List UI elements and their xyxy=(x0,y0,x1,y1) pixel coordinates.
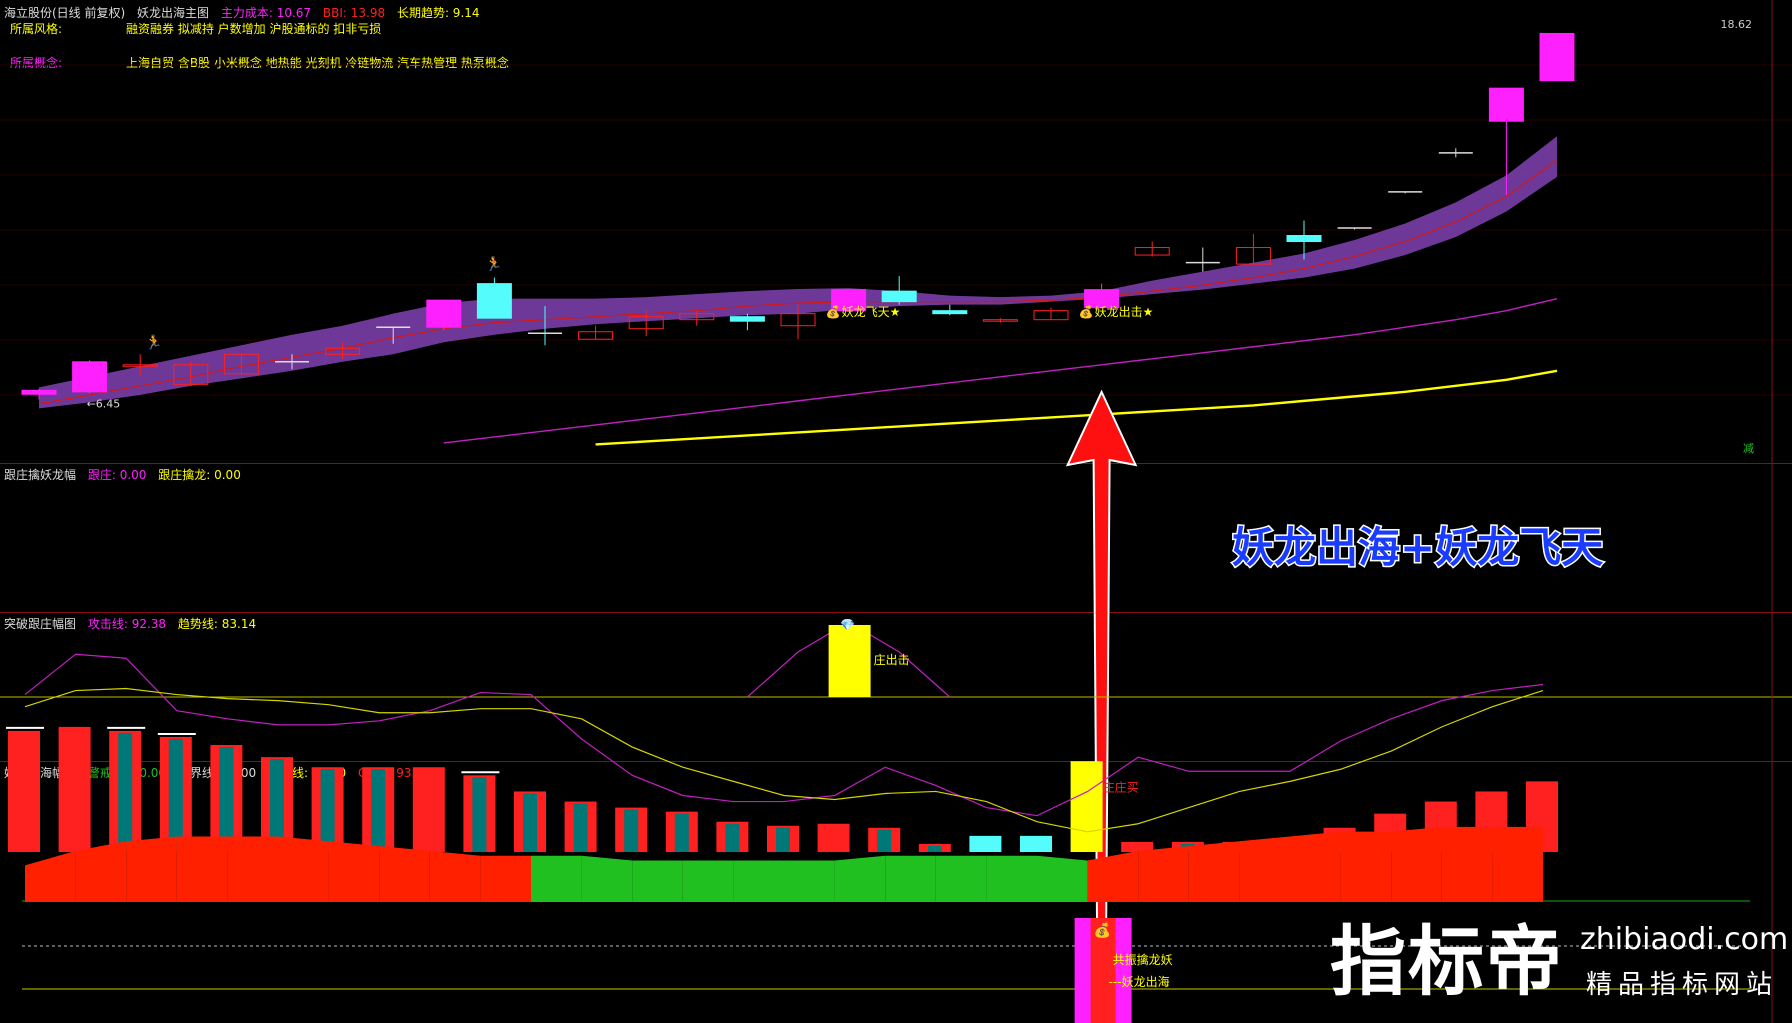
gfb-area xyxy=(1188,841,1240,902)
gfb-area xyxy=(328,841,380,902)
panel3-bar-inner xyxy=(725,823,740,852)
panel3-bar-inner xyxy=(776,827,790,852)
panel3-bar-inner xyxy=(674,813,689,852)
panel3-bar-inner xyxy=(118,732,133,852)
candle-body xyxy=(426,299,462,328)
money-bag-icon: 💰 xyxy=(1079,305,1094,319)
money-bag-icon: 💰 xyxy=(1094,922,1111,939)
candle-body xyxy=(881,290,917,303)
gfb-area xyxy=(1290,831,1341,902)
logo-sub: 精品指标网站 xyxy=(1586,970,1779,1000)
panel3-bar-inner xyxy=(168,738,183,852)
panel3-bar-inner xyxy=(624,809,639,852)
candle-body xyxy=(72,361,108,393)
panel4-label-2: ---妖龙出海 xyxy=(1109,974,1170,989)
annotation-text: 妖龙出海+妖龙飞天 xyxy=(1232,523,1603,572)
panel3-bar-inner xyxy=(371,769,386,852)
runner-icon: 🏃 xyxy=(145,334,162,351)
gfb-area xyxy=(75,841,127,902)
panel3-label: 庄庄买 xyxy=(1103,779,1139,794)
gfb-area xyxy=(379,846,430,902)
gfb-area xyxy=(531,855,582,902)
candle-body xyxy=(1286,235,1322,243)
gfb-area xyxy=(227,836,278,902)
panel3-bar-inner xyxy=(877,829,892,852)
trend-band xyxy=(39,136,1557,409)
gfb-area xyxy=(278,836,329,902)
gfb-area xyxy=(1138,846,1189,902)
logo-main: 指标帝 xyxy=(1330,917,1564,1006)
panel3-bar-inner xyxy=(472,777,487,852)
gfb-area xyxy=(1441,826,1493,902)
panel2-label: 庄出击 xyxy=(874,652,910,667)
panel3-bar-inner xyxy=(320,769,335,852)
panel3-bar xyxy=(1070,761,1103,852)
diamond-icon: 💎 xyxy=(840,618,855,632)
panel2-bar xyxy=(828,625,871,697)
candle-body xyxy=(21,389,57,395)
low-price-label: ←6.45 xyxy=(87,397,121,410)
gfb-area xyxy=(784,860,835,902)
gfb-area xyxy=(176,836,228,902)
logo-domain: zhibiaodi.com xyxy=(1580,922,1789,957)
chart-canvas: ←6.45🏃🏃💰 妖龙飞天★ 💰 妖龙出击★妖龙出海+妖龙飞天💎庄出击庄庄买💰共振擒龙… xyxy=(0,0,1792,1023)
candle-body xyxy=(932,310,968,315)
site-logo: 指标帝 zhibiaodi.com 精品指标网站 xyxy=(1330,900,1790,1020)
panel3-bar-inner xyxy=(219,747,234,852)
panel3-bar xyxy=(412,767,445,852)
panel3-bar xyxy=(8,730,40,852)
attack-line xyxy=(24,653,1544,817)
gfb-area xyxy=(1340,831,1392,902)
gfb-area xyxy=(885,855,936,902)
panel3-bar-inner xyxy=(927,845,942,852)
panel3-bar-inner xyxy=(573,803,588,852)
candle-body xyxy=(729,316,765,322)
gfb-area xyxy=(834,855,886,902)
gfb-area xyxy=(1087,850,1139,902)
signal-label-1: 妖龙飞天★ xyxy=(842,305,901,319)
gfb-area xyxy=(1037,855,1088,902)
gfb-area xyxy=(480,855,531,902)
panel3-bar xyxy=(969,835,1002,852)
panel3-bar xyxy=(1020,835,1052,852)
runner-icon: 🏃 xyxy=(485,256,502,273)
gfb-area xyxy=(986,855,1037,902)
gfb-area xyxy=(25,850,76,902)
trend-line xyxy=(24,687,1544,833)
gfb-area xyxy=(581,855,633,902)
panel3-bar xyxy=(58,726,91,852)
gfb-area xyxy=(733,860,784,902)
panel3-bar-inner xyxy=(523,793,537,852)
gfb-area xyxy=(632,860,683,902)
candle-body xyxy=(476,283,512,319)
panel3-bar xyxy=(817,823,850,852)
gfb-area xyxy=(429,850,481,902)
money-bag-icon: 💰 xyxy=(826,305,841,319)
candle-body xyxy=(1488,87,1524,122)
panel4-label-1: 共振擒龙妖 xyxy=(1113,952,1173,967)
signal-label-2: 妖龙出击★ xyxy=(1095,305,1154,319)
gfb-area xyxy=(1239,836,1290,902)
gfb-area xyxy=(682,860,734,902)
annotation-arrow xyxy=(1065,389,1138,1001)
gfb-area xyxy=(935,855,987,902)
gfb-area xyxy=(1391,826,1442,902)
gfb-area xyxy=(126,836,177,902)
gfb-area xyxy=(1492,826,1543,902)
candle-body xyxy=(1539,32,1575,82)
